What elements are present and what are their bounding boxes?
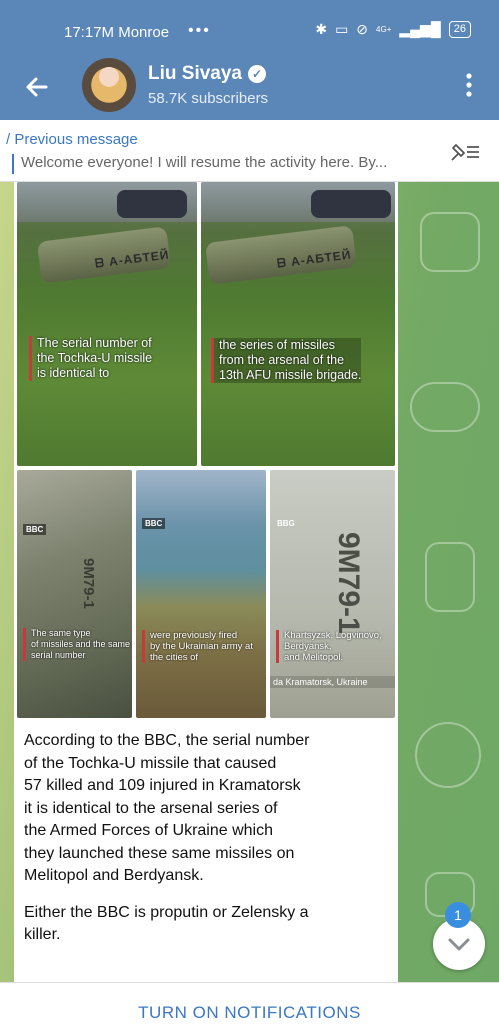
channel-avatar[interactable] xyxy=(82,58,136,112)
photo-missile-wreck-2[interactable]: ᗷ A-AБТЕЙ the series of missiles from th… xyxy=(201,182,395,466)
photo-aerial-coast[interactable]: BBC were previously fired by the Ukraini… xyxy=(136,470,266,718)
more-options-icon[interactable] xyxy=(459,70,479,100)
message-paragraph: According to the BBC, the serial number … xyxy=(24,732,310,884)
serial-number-marking: 9M79-1 xyxy=(80,558,97,609)
photo-missile-wreck-1[interactable]: ᗷ A-AБТЕЙ The serial number of the Tochk… xyxy=(17,182,197,466)
pinned-text: Welcome everyone! I will resume the acti… xyxy=(21,154,388,171)
photo-missile-serial[interactable]: BBC 9M79-1 The same type of missiles and… xyxy=(17,470,132,718)
message-paragraph: Either the BBC is proputin or Zelensky a… xyxy=(24,903,309,944)
channel-name: Liu Sivaya xyxy=(148,63,242,84)
photo-car xyxy=(117,190,187,218)
photo-caption: the series of missiles from the arsenal … xyxy=(211,338,362,383)
background-doodle xyxy=(410,382,480,432)
serial-number-marking: 9M79-1 xyxy=(332,532,365,634)
unread-count-badge: 1 xyxy=(445,902,471,928)
photo-caption: The same type of missiles and the same s… xyxy=(23,628,130,661)
photo-caption: were previously fired by the Ukrainian a… xyxy=(142,630,253,663)
message-text: According to the BBC, the serial number … xyxy=(24,730,390,947)
pinned-accent-line xyxy=(12,154,14,174)
status-time: 17:17M Monroe xyxy=(64,24,170,41)
chat-header: 17:17M Monroe ••• ✱ ▭ ⊘ 4G+ ▂▄▆█ 26 Liu … xyxy=(0,0,499,120)
photo-car xyxy=(311,190,391,218)
location-label: da Kramatorsk, Ukraine xyxy=(270,676,395,688)
status-bar: 17:17M Monroe ••• ✱ ▭ ⊘ 4G+ ▂▄▆█ 26 xyxy=(0,0,499,62)
media-album[interactable]: ᗷ A-AБТЕЙ The serial number of the Tochk… xyxy=(17,182,395,718)
channel-title[interactable]: Liu Sivaya ✓ xyxy=(148,63,266,85)
bottom-bar: TURN ON NOTIFICATIONS xyxy=(0,982,499,1031)
chat-area[interactable]: ᗷ A-AБТЕЙ The serial number of the Tochk… xyxy=(0,182,499,982)
pinned-label: / Previous message xyxy=(6,131,138,148)
photo-serial-closeup[interactable]: BBG 9M79-1 Khartsyzsk, Logvinovo, Berdya… xyxy=(270,470,395,718)
photo-caption: Khartsyzsk, Logvinovo, Berdyansk, and Me… xyxy=(276,630,382,663)
wifi-off-icon: ⊘ xyxy=(356,21,369,37)
bluetooth-icon: ✱ xyxy=(315,21,328,37)
background-doodle xyxy=(425,542,475,612)
battery-icon: 26 xyxy=(448,21,471,38)
message-bubble[interactable]: ᗷ A-AБТЕЙ The serial number of the Tochk… xyxy=(14,182,398,982)
verified-icon: ✓ xyxy=(248,65,266,83)
broadcaster-logo: BBC xyxy=(142,518,166,529)
pinned-list-icon[interactable] xyxy=(449,140,481,164)
broadcaster-logo: BBG xyxy=(277,519,295,528)
vibrate-icon: ▭ xyxy=(335,21,349,37)
status-more-dots: ••• xyxy=(188,22,211,39)
subscriber-count: 58.7K subscribers xyxy=(148,90,269,107)
turn-on-notifications-button[interactable]: TURN ON NOTIFICATIONS xyxy=(138,1003,361,1023)
pinned-message-bar[interactable]: / Previous message Welcome everyone! I w… xyxy=(0,120,499,182)
background-doodle xyxy=(415,722,481,788)
network-type: 4G+ xyxy=(376,24,392,34)
signal-icon: ▂▄▆█ xyxy=(399,21,441,37)
broadcaster-logo: BBC xyxy=(23,524,47,535)
back-arrow-icon[interactable] xyxy=(20,70,54,104)
background-doodle xyxy=(420,212,480,272)
status-icons: ✱ ▭ ⊘ 4G+ ▂▄▆█ 26 xyxy=(315,21,471,38)
photo-caption: The serial number of the Tochka-U missil… xyxy=(29,336,152,381)
